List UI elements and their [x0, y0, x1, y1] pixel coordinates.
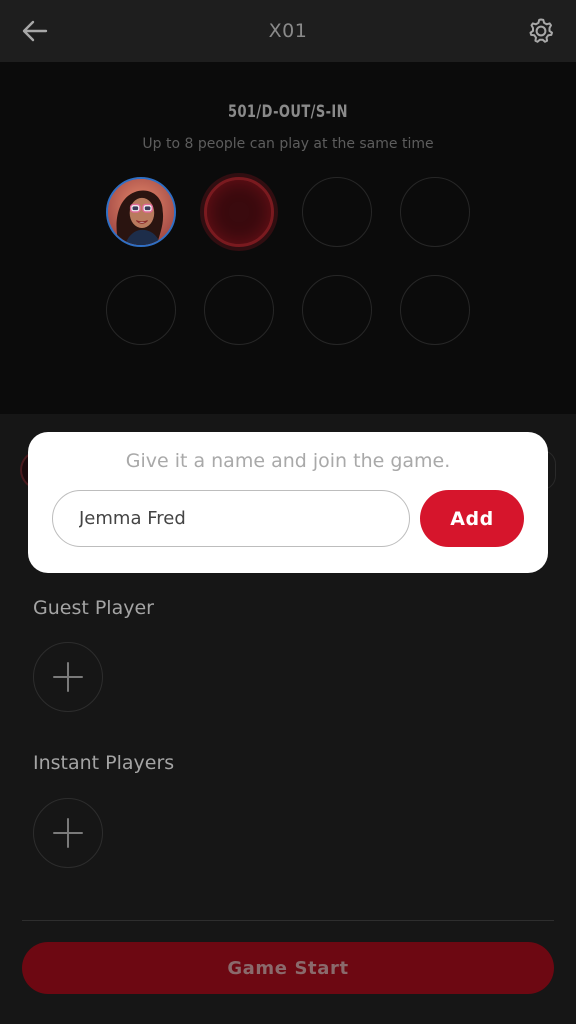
plus-icon: [53, 818, 83, 848]
top-bar: X01: [0, 0, 576, 62]
instant-players-heading: Instant Players: [33, 752, 175, 774]
player-slot-empty[interactable]: [204, 275, 274, 345]
player-slot-empty[interactable]: [106, 275, 176, 345]
player-slots-panel: 501/D-OUT/S-IN Up to 8 people can play a…: [0, 62, 576, 414]
players-limit-subtitle: Up to 8 people can play at the same time: [142, 136, 434, 152]
gear-icon[interactable]: [524, 14, 558, 48]
dialog-prompt: Give it a name and join the game.: [125, 450, 451, 472]
arrow-left-icon[interactable]: [18, 14, 52, 48]
game-mode-label: 501/D-OUT/S-IN: [227, 102, 348, 122]
add-guest-player-button[interactable]: [33, 642, 103, 712]
player-slot-empty[interactable]: [302, 275, 372, 345]
player-avatar[interactable]: [106, 177, 176, 247]
add-button[interactable]: Add: [420, 490, 524, 547]
page-title: X01: [268, 20, 308, 42]
footer-divider: [22, 920, 554, 921]
player-name-input[interactable]: [52, 490, 410, 547]
game-start-button[interactable]: Game Start: [22, 942, 554, 994]
guest-player-heading: Guest Player: [33, 597, 154, 619]
player-slot-empty[interactable]: [400, 275, 470, 345]
add-player-dialog: Give it a name and join the game. Add: [28, 432, 548, 573]
plus-icon: [53, 662, 83, 692]
add-instant-player-button[interactable]: [33, 798, 103, 868]
player-slot-active[interactable]: [204, 177, 274, 247]
player-slot-empty[interactable]: [400, 177, 470, 247]
player-slot-empty[interactable]: [302, 177, 372, 247]
